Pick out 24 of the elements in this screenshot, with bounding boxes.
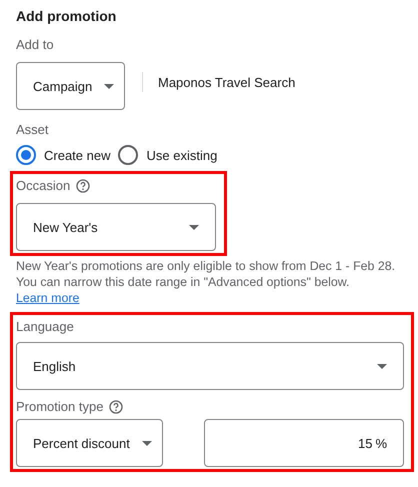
radio-icon[interactable] — [16, 145, 36, 165]
radio-option[interactable]: Use existing — [118, 145, 218, 165]
radio-option[interactable]: Create new — [16, 145, 110, 165]
learn-more-link[interactable]: Learn more — [16, 291, 80, 305]
discount-field[interactable]: 15 % — [204, 419, 404, 467]
field-label: Occasion — [16, 177, 70, 195]
caret-icon — [189, 224, 199, 230]
campaign-name: Maponos Travel Search — [158, 74, 296, 90]
caret-icon — [104, 84, 114, 88]
campaign-dropdown[interactable]: Campaign — [16, 62, 125, 110]
field-label: Promotion type — [16, 398, 104, 416]
promotion-type-dropdown[interactable]: Percent discount — [16, 419, 163, 467]
caret-icon — [377, 364, 387, 368]
language-dropdown[interactable]: English — [16, 342, 404, 390]
field-label: Asset — [16, 121, 50, 139]
radio-icon[interactable] — [118, 145, 138, 165]
field-label: Add to — [16, 36, 55, 54]
dialog-title: Add promotion — [16, 7, 118, 26]
help-icon[interactable] — [76, 179, 90, 193]
field-label: Language — [16, 318, 75, 336]
help-icon[interactable] — [109, 400, 124, 414]
occasion-note: New Year's promotions are only eligible to show from Dec 1 - Feb 28. You can narrow this date range in "Advanced options" below. Learn more — [16, 258, 396, 306]
occasion-dropdown[interactable]: New Year's — [16, 203, 216, 251]
caret-icon — [142, 440, 152, 446]
